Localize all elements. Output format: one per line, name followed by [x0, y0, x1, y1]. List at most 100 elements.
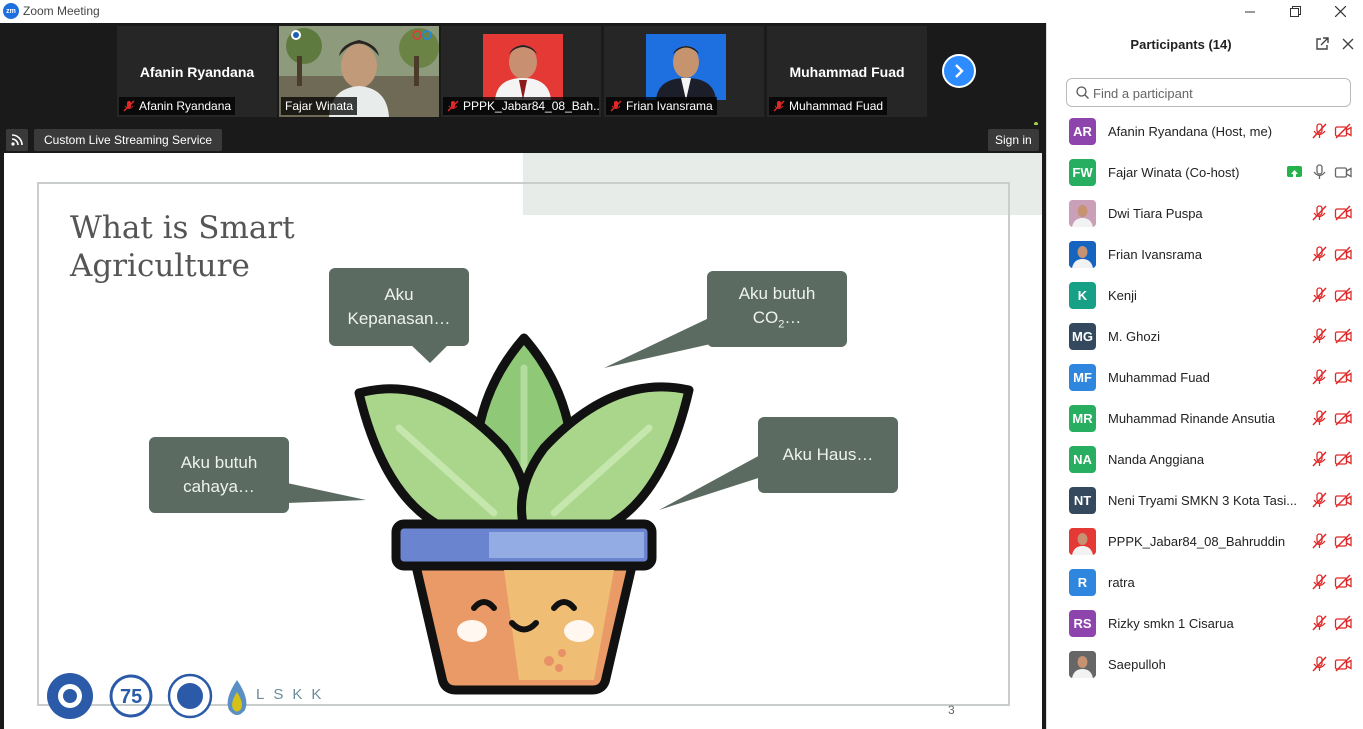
- camera-off-icon[interactable]: [1334, 614, 1352, 632]
- participant-row[interactable]: K Kenji: [1047, 275, 1363, 316]
- participant-row[interactable]: RS Rizky smkn 1 Cisarua: [1047, 603, 1363, 644]
- close-icon: [1334, 6, 1346, 17]
- pop-out-button[interactable]: [1314, 36, 1330, 52]
- participant-name: ratra: [1108, 575, 1135, 590]
- camera-off-icon[interactable]: [1334, 450, 1352, 468]
- video-tile[interactable]: PPPK_Jabar84_08_Bah...: [441, 26, 601, 117]
- camera-off-icon[interactable]: [1334, 655, 1352, 673]
- participant-row[interactable]: PPPK_Jabar84_08_Bahruddin: [1047, 521, 1363, 562]
- participant-avatar: MF: [1069, 364, 1096, 391]
- participant-list: AR Afanin Ryandana (Host, me) FW Fajar Wina…: [1047, 111, 1363, 685]
- mic-muted-icon[interactable]: [1310, 368, 1328, 386]
- participant-photo: [1069, 200, 1096, 227]
- participant-row[interactable]: Dwi Tiara Puspa: [1047, 193, 1363, 234]
- participant-row[interactable]: MR Muhammad Rinande Ansutia: [1047, 398, 1363, 439]
- camera-off-icon[interactable]: [1334, 532, 1352, 550]
- bubble-text: Aku: [384, 285, 414, 304]
- mic-muted-icon[interactable]: [1310, 614, 1328, 632]
- participant-row[interactable]: MG M. Ghozi: [1047, 316, 1363, 357]
- mic-muted-icon[interactable]: [1310, 450, 1328, 468]
- camera-off-icon[interactable]: [1334, 286, 1352, 304]
- close-window-button[interactable]: [1317, 0, 1363, 23]
- video-tile[interactable]: Muhammad Fuad Muhammad Fuad: [767, 26, 927, 117]
- participants-panel: Participants (14) AR Afanin Ryandana (Hos…: [1046, 23, 1363, 729]
- bubble-text-part: CO: [752, 307, 779, 327]
- close-icon: [1342, 38, 1354, 50]
- participant-avatar: MG: [1069, 323, 1096, 350]
- tile-name-label: Fajar Winata: [281, 97, 358, 115]
- video-tile[interactable]: Afanin Ryandana Afanin Ryandana: [117, 26, 277, 117]
- participant-row[interactable]: MF Muhammad Fuad: [1047, 357, 1363, 398]
- flower-logo-icon: [47, 673, 93, 719]
- tile-name-label: Muhammad Fuad: [769, 97, 888, 115]
- participant-avatar: K: [1069, 282, 1096, 309]
- participant-name: Muhammad Fuad: [1108, 370, 1210, 385]
- title-bar: zm Zoom Meeting: [0, 0, 1363, 23]
- meeting-area: Afanin Ryandana Afanin Ryandana Fajar Wi…: [0, 23, 1046, 729]
- restore-button[interactable]: [1272, 0, 1318, 23]
- search-icon: [1076, 86, 1089, 99]
- slide-page-number: 3: [948, 703, 955, 717]
- mic-muted-icon[interactable]: [1310, 573, 1328, 591]
- close-panel-button[interactable]: [1340, 36, 1356, 52]
- participant-name: M. Ghozi: [1108, 329, 1161, 344]
- share-toolbar: Custom Live Streaming Service Sign in: [0, 125, 1046, 153]
- participant-row[interactable]: NA Nanda Anggiana: [1047, 439, 1363, 480]
- participant-name: Neni Tryami SMKN 3 Kota Tasi...: [1108, 493, 1298, 508]
- participant-row[interactable]: NT Neni Tryami SMKN 3 Kota Tasi...: [1047, 480, 1363, 521]
- mic-muted-icon[interactable]: [1310, 245, 1328, 263]
- lskk-logo-icon: [227, 680, 247, 715]
- chevron-right-icon: [955, 64, 964, 78]
- mic-on-icon[interactable]: [1310, 163, 1328, 181]
- minimize-button[interactable]: [1227, 0, 1273, 23]
- participant-photo: [1069, 528, 1096, 555]
- mic-muted-icon[interactable]: [1310, 532, 1328, 550]
- window-title: Zoom Meeting: [23, 4, 100, 18]
- camera-off-icon[interactable]: [1334, 491, 1352, 509]
- participant-row[interactable]: FW Fajar Winata (Co-host): [1047, 152, 1363, 193]
- mic-muted-icon[interactable]: [1310, 491, 1328, 509]
- participant-name: PPPK_Jabar84_08_Bahruddin: [1108, 534, 1286, 549]
- camera-off-icon[interactable]: [1334, 573, 1352, 591]
- participant-row[interactable]: Saepulloh: [1047, 644, 1363, 685]
- participant-name: Kenji: [1108, 288, 1137, 303]
- camera-off-icon[interactable]: [1334, 245, 1352, 263]
- participant-row[interactable]: Frian Ivansrama: [1047, 234, 1363, 275]
- tile-name-label: Frian Ivansrama: [606, 97, 717, 115]
- participant-search[interactable]: [1066, 78, 1351, 107]
- live-stream-button[interactable]: [6, 129, 28, 151]
- participant-photo: [1069, 241, 1096, 268]
- anniversary-75-logo-icon: 75: [109, 674, 153, 718]
- video-tile-active-speaker[interactable]: Fajar Winata: [279, 26, 439, 117]
- camera-off-icon[interactable]: [1334, 409, 1352, 427]
- camera-off-icon[interactable]: [1334, 327, 1352, 345]
- participant-row[interactable]: Rratra: [1047, 562, 1363, 603]
- mic-muted-icon[interactable]: [1310, 122, 1328, 140]
- zoom-logo-icon: zm: [3, 3, 19, 19]
- university-seal-icon: [167, 673, 213, 719]
- mic-muted-icon[interactable]: [1310, 204, 1328, 222]
- camera-off-icon[interactable]: [1334, 204, 1352, 222]
- sign-in-button[interactable]: Sign in: [988, 129, 1039, 151]
- tile-display-name: Muhammad Fuad: [789, 64, 905, 80]
- next-page-button[interactable]: [942, 54, 976, 88]
- camera-on-icon[interactable]: [1334, 163, 1352, 181]
- mic-muted-icon[interactable]: [1310, 409, 1328, 427]
- tile-display-name: Afanin Ryandana: [139, 64, 255, 80]
- camera-off-icon[interactable]: [1334, 122, 1352, 140]
- live-stream-label[interactable]: Custom Live Streaming Service: [34, 129, 223, 151]
- speech-bubble: Aku butuh CO2…: [707, 271, 847, 347]
- participant-avatar: R: [1069, 569, 1096, 596]
- participant-row[interactable]: AR Afanin Ryandana (Host, me): [1047, 111, 1363, 152]
- participant-avatar: FW: [1069, 159, 1096, 186]
- rss-icon: [11, 134, 23, 146]
- video-tile[interactable]: Frian Ivansrama: [604, 26, 764, 117]
- mic-muted-icon[interactable]: [1310, 327, 1328, 345]
- mic-muted-icon: [610, 100, 622, 112]
- mic-muted-icon: [447, 100, 459, 112]
- participant-name: Fajar Winata (Co-host): [1108, 165, 1240, 180]
- search-input[interactable]: [1093, 83, 1343, 103]
- camera-off-icon[interactable]: [1334, 368, 1352, 386]
- mic-muted-icon[interactable]: [1310, 655, 1328, 673]
- mic-muted-icon[interactable]: [1310, 286, 1328, 304]
